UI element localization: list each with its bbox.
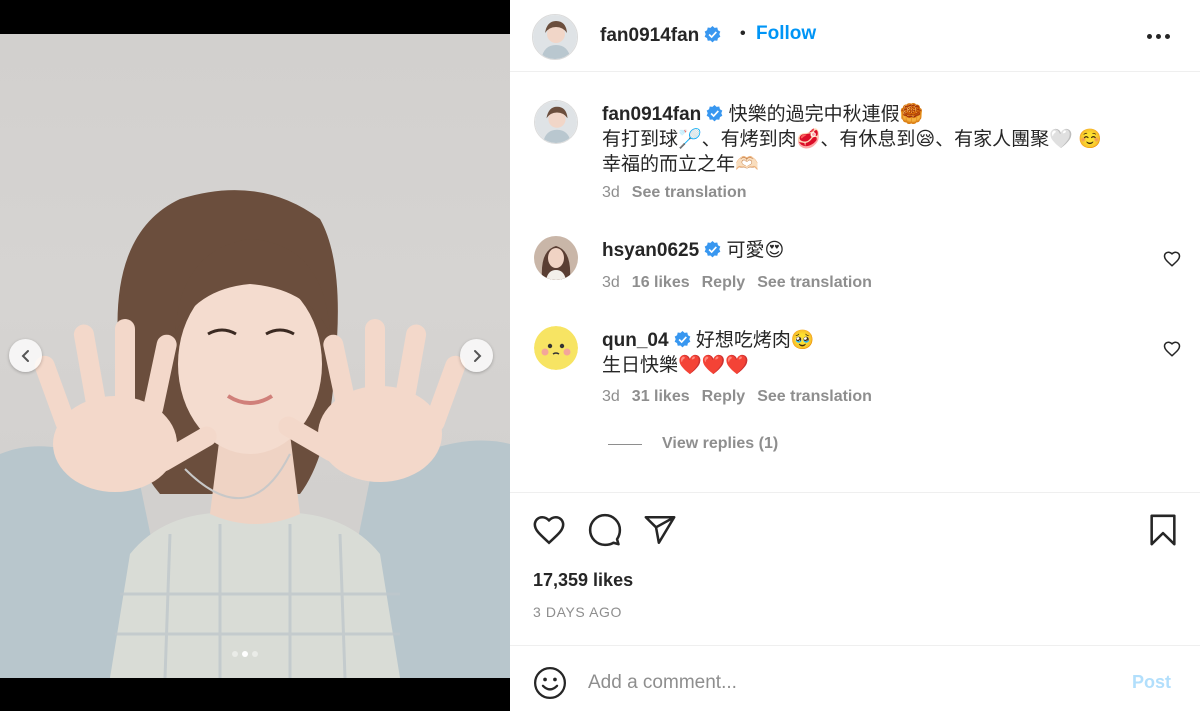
comment-meta: 3d 31 likes Reply See translation bbox=[602, 388, 872, 406]
smiley-icon[interactable] bbox=[533, 666, 567, 700]
header-separator: • bbox=[740, 25, 746, 42]
reply-button[interactable]: Reply bbox=[702, 388, 746, 406]
comment-body-line2: 生日快樂❤️❤️❤️ bbox=[602, 355, 749, 376]
carousel-dot bbox=[232, 651, 238, 657]
comment-time: 3d bbox=[602, 274, 620, 291]
avatar-image bbox=[535, 101, 577, 143]
carousel-dot bbox=[252, 651, 258, 657]
comment-input[interactable] bbox=[588, 668, 1108, 698]
comment-text: qun_04 好想吃烤肉🥹 生日快樂❤️❤️❤️ bbox=[602, 328, 1152, 378]
view-replies-label[interactable]: View replies (1) bbox=[662, 435, 778, 453]
post-actions: 17,359 likes 3 DAYS AGO bbox=[510, 492, 1200, 644]
comment-body: 可愛😍 bbox=[726, 240, 785, 261]
caption-author-avatar[interactable] bbox=[534, 100, 578, 144]
verified-badge-icon bbox=[704, 26, 721, 43]
comment-body: 好想吃烤肉🥹 bbox=[695, 330, 815, 351]
comment-icon[interactable] bbox=[588, 513, 622, 547]
bookmark-icon[interactable] bbox=[1146, 513, 1180, 547]
post-detail-panel: fan0914fan • Follow fan0914fan 快樂的過完中秋連假… bbox=[510, 0, 1200, 711]
next-photo-button[interactable] bbox=[460, 339, 493, 372]
comment-likes[interactable]: 31 likes bbox=[632, 388, 690, 406]
commenter-avatar[interactable] bbox=[534, 236, 578, 280]
photo-illustration bbox=[0, 190, 510, 678]
author-username-text[interactable]: fan0914fan bbox=[600, 25, 699, 46]
post-date: 3 DAYS AGO bbox=[533, 604, 622, 620]
post-comment-button[interactable]: Post bbox=[1132, 672, 1171, 693]
heart-icon[interactable] bbox=[532, 513, 566, 547]
author-username[interactable]: fan0914fan bbox=[600, 25, 721, 47]
avatar-image bbox=[533, 15, 577, 59]
comment-likes[interactable]: 16 likes bbox=[632, 274, 690, 292]
verified-badge-icon bbox=[704, 241, 721, 258]
follow-button[interactable]: Follow bbox=[756, 23, 816, 45]
verified-badge-icon bbox=[674, 331, 690, 348]
caption-meta: 3d See translation bbox=[602, 184, 747, 202]
paper-plane-icon[interactable] bbox=[643, 513, 677, 547]
see-translation-button[interactable]: See translation bbox=[632, 184, 747, 202]
like-comment-heart-icon[interactable] bbox=[1163, 340, 1181, 358]
more-options-icon[interactable] bbox=[1147, 26, 1173, 46]
commenter-username[interactable]: hsyan0625 bbox=[602, 240, 699, 261]
chevron-left-icon bbox=[21, 349, 29, 362]
avatar-image bbox=[534, 236, 578, 280]
caption-username[interactable]: fan0914fan bbox=[602, 104, 701, 125]
commenter-avatar[interactable] bbox=[534, 326, 578, 370]
caption-line: 快樂的過完中秋連假🥮 bbox=[728, 104, 924, 125]
caption-time: 3d bbox=[602, 184, 620, 201]
replies-divider bbox=[608, 443, 642, 445]
carousel-dot-active bbox=[242, 651, 248, 657]
post-header: fan0914fan • Follow bbox=[510, 0, 1200, 72]
caption-line: 幸福的而立之年🫶🏻 bbox=[602, 154, 759, 175]
caption-line: 有打到球🏸、有烤到肉🥩、有休息到😪、有家人團聚🤍 ☺️ bbox=[602, 129, 1102, 150]
caption-text: fan0914fan 快樂的過完中秋連假🥮 有打到球🏸、有烤到肉🥩、有休息到😪、… bbox=[602, 102, 1152, 177]
reply-button[interactable]: Reply bbox=[702, 274, 746, 292]
post-photo[interactable] bbox=[0, 34, 510, 678]
author-avatar[interactable] bbox=[532, 14, 578, 60]
add-comment-bar: Post bbox=[510, 645, 1200, 711]
comment-meta: 3d 16 likes Reply See translation bbox=[602, 274, 872, 292]
comment-time: 3d bbox=[602, 388, 620, 405]
avatar-image bbox=[534, 326, 578, 370]
comment-text: hsyan0625 可愛😍 bbox=[602, 238, 1152, 263]
comments-list: fan0914fan 快樂的過完中秋連假🥮 有打到球🏸、有烤到肉🥩、有休息到😪、… bbox=[510, 73, 1200, 491]
chevron-right-icon bbox=[473, 349, 481, 362]
likes-count[interactable]: 17,359 likes bbox=[533, 570, 633, 591]
previous-photo-button[interactable] bbox=[9, 339, 42, 372]
view-replies-button[interactable]: View replies (1) bbox=[608, 435, 778, 453]
media-pane bbox=[0, 0, 510, 711]
verified-badge-icon bbox=[706, 105, 723, 122]
see-translation-button[interactable]: See translation bbox=[757, 388, 872, 406]
carousel-indicator bbox=[232, 651, 258, 657]
commenter-username[interactable]: qun_04 bbox=[602, 330, 669, 351]
see-translation-button[interactable]: See translation bbox=[757, 274, 872, 292]
like-comment-heart-icon[interactable] bbox=[1163, 250, 1181, 268]
